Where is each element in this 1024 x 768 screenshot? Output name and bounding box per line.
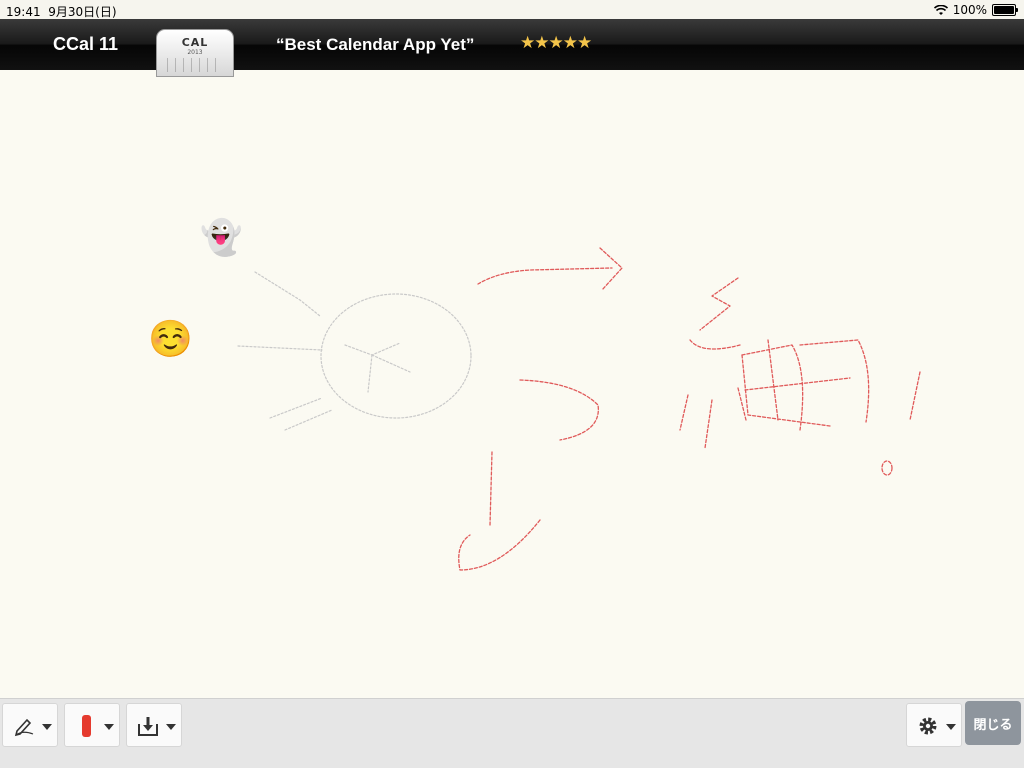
pen-tool-button[interactable] <box>2 703 58 747</box>
drawing-canvas[interactable]: 👻 ☺️ <box>0 70 1024 698</box>
red-strokes <box>458 247 921 571</box>
sun-sketch <box>237 271 472 431</box>
rating-stars: ★★★★★ <box>520 33 592 53</box>
battery-percent: 100% <box>952 3 987 17</box>
wifi-icon <box>933 4 948 15</box>
pen-icon <box>14 718 34 737</box>
chevron-down-icon <box>104 724 114 730</box>
battery-icon <box>992 4 1018 16</box>
status-right: 100% <box>933 3 1018 17</box>
gear-icon <box>919 717 937 735</box>
close-button[interactable]: 閉じる <box>965 701 1021 745</box>
ad-banner[interactable]: CCal 11 CAL 2013 “Best Calendar App Yet”… <box>0 19 1024 77</box>
ad-quote: “Best Calendar App Yet” <box>276 35 475 54</box>
status-bar: 19:41 9月30日(日) 100% <box>0 0 1024 19</box>
color-tool-button[interactable] <box>64 703 120 747</box>
import-tool-button[interactable] <box>126 703 182 747</box>
chevron-down-icon <box>946 724 956 730</box>
bottom-toolbar: 閉じる <box>0 698 1024 768</box>
status-time: 19:41 <box>6 5 41 19</box>
ad-app-name: CCal 11 <box>53 34 119 54</box>
app-icon-title: CAL <box>181 36 209 49</box>
app-icon-year: 2013 <box>187 49 203 56</box>
chevron-down-icon <box>42 724 52 730</box>
import-icon <box>138 717 158 736</box>
drawing-strokes <box>237 247 921 571</box>
settings-button[interactable] <box>906 703 962 747</box>
status-time-date: 19:41 9月30日(日) <box>6 3 117 20</box>
chevron-down-icon <box>166 724 176 730</box>
red-marker-icon <box>82 715 91 737</box>
status-date: 9月30日(日) <box>48 5 117 19</box>
